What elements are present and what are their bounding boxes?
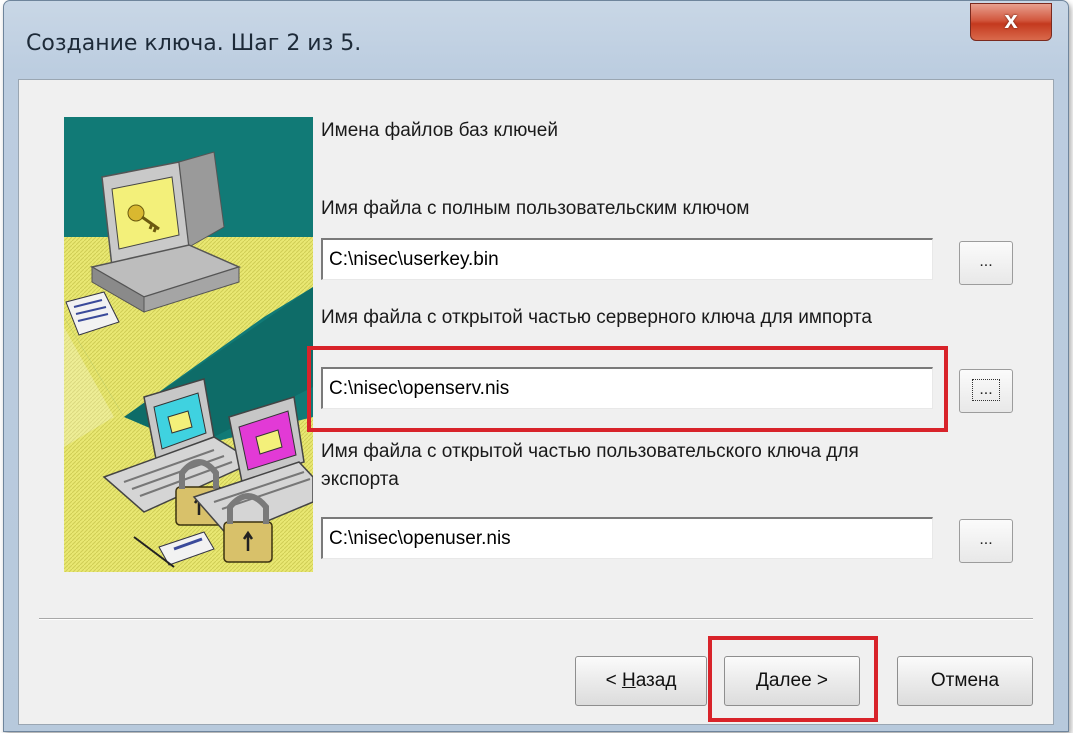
userkey-browse-button[interactable]: ...: [959, 241, 1013, 285]
close-icon: x: [1004, 7, 1018, 34]
section-heading: Имена файлов баз ключей: [321, 120, 558, 141]
back-button-prefix: <: [605, 670, 622, 691]
userkey-path-input[interactable]: C:\nisec\userkey.bin: [321, 238, 933, 280]
title-bar[interactable]: Создание ключа. Шаг 2 из 5. x: [4, 1, 1068, 81]
next-button-rest: алее >: [768, 670, 829, 691]
serverkey-import-path-input[interactable]: C:\nisec\openserv.nis: [321, 367, 933, 409]
userkey-export-label: Имя файла с открытой частью пользователь…: [321, 438, 859, 494]
serverkey-import-label: Имя файла с открытой частью серверного к…: [321, 307, 872, 328]
cancel-button[interactable]: Отмена: [897, 656, 1033, 706]
userkey-label: Имя файла с полным пользовательским ключ…: [321, 198, 750, 219]
next-button[interactable]: Далее >: [724, 656, 860, 706]
userkey-export-path-input[interactable]: C:\nisec\openuser.nis: [321, 517, 933, 559]
back-button[interactable]: < Назад: [575, 656, 707, 706]
wizard-window: Создание ключа. Шаг 2 из 5. x Имена файл…: [3, 0, 1069, 732]
userkey-export-label-line-2: экспорта: [321, 469, 399, 490]
userkey-export-label-line-1: Имя файла с открытой частью пользователь…: [321, 441, 859, 462]
back-button-accel: Н: [621, 670, 636, 691]
wizard-illustration: [64, 117, 313, 572]
button-separator: [39, 618, 1033, 620]
wizard-client-area: Имена файлов баз ключей Имя файла с полн…: [18, 79, 1054, 725]
window-title: Создание ключа. Шаг 2 из 5.: [26, 31, 362, 56]
next-button-accel: Д: [755, 670, 769, 691]
serverkey-browse-button[interactable]: ...: [959, 369, 1013, 413]
back-button-rest: азад: [635, 670, 677, 691]
userkey-export-browse-button[interactable]: ...: [959, 519, 1013, 563]
browse-button-label: ...: [972, 379, 1000, 401]
close-button[interactable]: x: [970, 3, 1052, 41]
